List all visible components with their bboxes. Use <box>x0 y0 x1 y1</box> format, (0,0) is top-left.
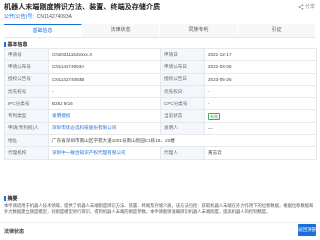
divider <box>0 222 320 223</box>
basic-info-table: 申请号 CN202111542xxx.X 申请日 2021-12-17 申请公布号 CN1… <box>4 47 317 160</box>
table-row: 优先权号 - 优先权日 - <box>4 84 317 99</box>
table-row: 代理机构 深圳中一联合知识产权代理有限公司 代理人 黄志云 <box>4 146 317 160</box>
table-row: 地址 广东省深圳市南山区学苑大道1001号南山智园C1栋16、22楼 <box>4 134 317 148</box>
field-label: 申请日 <box>160 47 205 62</box>
field-label: 授权公告日 <box>160 72 205 86</box>
field-value: CN202111542xxx.X <box>48 47 161 62</box>
field-label: IPC分类号 <box>4 97 49 111</box>
field-label: 申请(专利权)人 <box>4 121 49 136</box>
field-label: 优先权日 <box>160 84 205 99</box>
table-row: IPC分类号 B25J 9/16 CPC分类号 - <box>4 97 317 111</box>
field-value: 2022-04-05 <box>204 60 317 74</box>
tab-legal-status[interactable]: 法律状态 <box>82 24 160 37</box>
page-title: 机器人末端刚度辨识方法、装置、终端及存储介质 <box>4 4 161 11</box>
field-value[interactable]: 深圳中一联合知识产权代理有限公司 <box>48 146 161 160</box>
share-icon <box>298 3 304 10</box>
field-label: 申请号 <box>4 47 49 62</box>
field-value: - <box>204 84 317 99</box>
field-value[interactable]: 深圳市优必选科技股份有限公司 <box>48 121 161 136</box>
field-value: 2023-05-26 <box>204 72 317 86</box>
field-label: 申请公布日 <box>160 60 205 74</box>
field-label: 代理机构 <box>4 146 49 160</box>
back-to-top-button[interactable]: 返回顶部 <box>298 224 316 236</box>
field-value: 有效 <box>204 109 317 123</box>
footer-section-label: 法律状态 <box>4 229 25 235</box>
field-value: - <box>204 97 317 111</box>
field-value: 2021-12-17 <box>204 47 317 62</box>
section-title-basic-info: 基本信息 <box>4 41 28 48</box>
field-label: 当前状态 <box>160 109 205 123</box>
tab-bar: 基础信息 法律状态 同族专利 引证 <box>4 24 316 38</box>
field-value: B25J 9/16 <box>48 97 161 111</box>
field-value: 广东省深圳市南山区学苑大道1001号南山智园C1栋16、22楼 <box>48 134 317 148</box>
table-row: 授权公告号 CN114274093B 授权公告日 2023-05-26 <box>4 72 317 86</box>
page-header: 机器人末端刚度辨识方法、装置、终端及存储介质 分享 公开(公告)号: CN114… <box>0 0 320 22</box>
field-label: 授权公告号 <box>4 72 49 86</box>
field-value: - <box>48 84 161 99</box>
tab-family-patents[interactable]: 同族专利 <box>160 24 238 37</box>
field-label: 优先权号 <box>4 84 49 99</box>
field-value: CN114274093A <box>48 60 161 74</box>
field-label: 发明人 <box>160 121 205 136</box>
field-value: CN114274093B <box>48 72 161 86</box>
abstract-text: 本申请适用于机器人技术领域，提供了机器人末端刚度辨识方法、装置、终端及存储介质。… <box>4 203 314 215</box>
tab-basic-info[interactable]: 基础信息 <box>4 24 82 37</box>
publication-number-value: CN114274093A <box>36 13 72 20</box>
table-row: 申请公布号 CN114274093A 申请公布日 2022-04-05 <box>4 60 317 74</box>
publication-number-line: 公开(公告)号: CN114274093A <box>4 13 72 21</box>
tab-citations[interactable]: 引证 <box>238 24 316 37</box>
field-value: — <box>204 121 317 136</box>
publication-number-label: 公开(公告)号: <box>4 14 34 20</box>
field-value: 黄志云 <box>204 146 317 160</box>
field-label: 地址 <box>4 134 49 148</box>
table-row: 申请号 CN202111542xxx.X 申请日 2021-12-17 <box>4 47 317 62</box>
abstract-title: 摘要 <box>4 195 18 202</box>
table-row: 专利类型 发明授权 当前状态 有效 <box>4 109 317 123</box>
field-label: 代理人 <box>160 146 205 160</box>
share-label: 分享 <box>304 4 315 10</box>
field-label: 申请公布号 <box>4 60 49 74</box>
field-label: CPC分类号 <box>160 97 205 111</box>
share-button[interactable]: 分享 <box>298 3 315 10</box>
table-row: 申请(专利权)人 深圳市优必选科技股份有限公司 发明人 — <box>4 121 317 136</box>
field-label: 专利类型 <box>4 109 49 123</box>
field-value[interactable]: 发明授权 <box>48 109 161 123</box>
status-badge: 有效 <box>208 112 220 120</box>
